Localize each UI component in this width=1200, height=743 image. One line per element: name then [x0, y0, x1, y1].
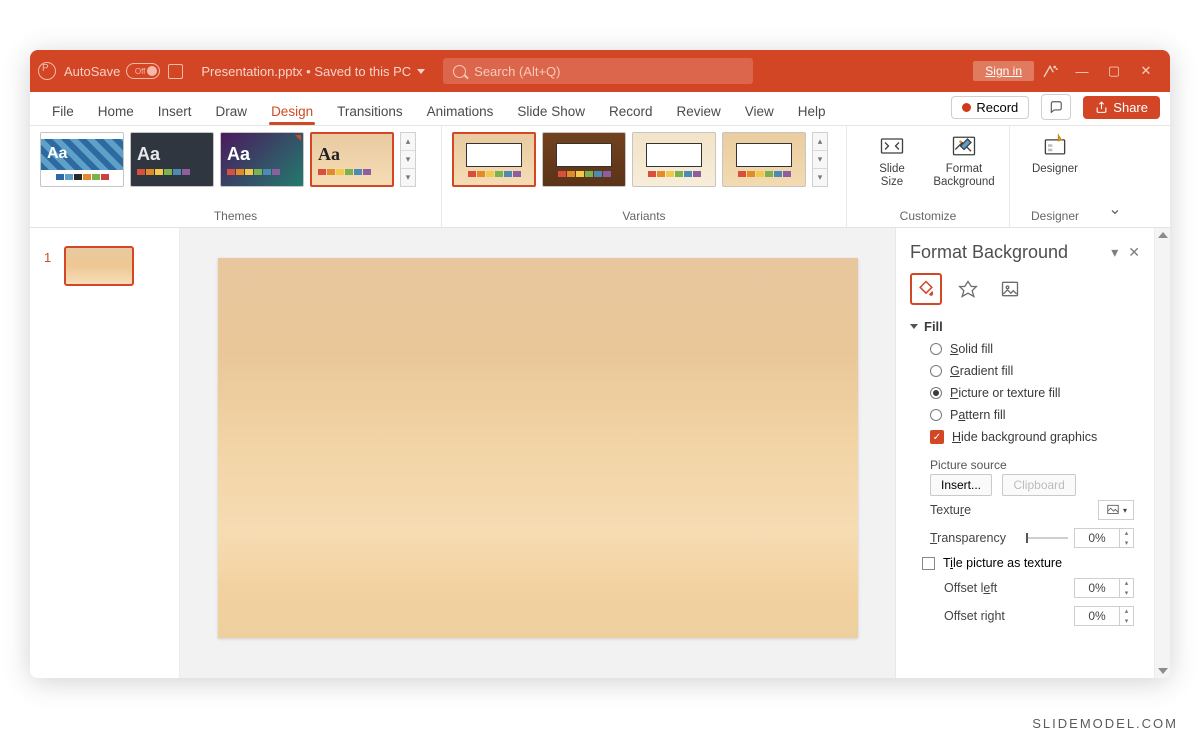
scroll-down-icon[interactable]	[1158, 668, 1168, 674]
slide-size-button[interactable]: Slide Size	[857, 132, 927, 189]
tab-review[interactable]: Review	[665, 104, 733, 125]
document-title[interactable]: Presentation.pptx • Saved to this PC	[201, 64, 425, 79]
checkbox-tile-texture[interactable]: Tile picture as texture	[896, 550, 1154, 572]
tab-record[interactable]: Record	[597, 104, 665, 125]
picture-source-label: Picture source	[896, 448, 1154, 476]
designer-group-label: Designer	[1020, 207, 1090, 223]
theme-3[interactable]: Aa	[220, 132, 304, 187]
search-icon	[453, 65, 466, 78]
picture-tab-icon[interactable]	[994, 273, 1026, 305]
autosave-toggle[interactable]: AutoSave Off	[64, 63, 160, 79]
theme-4-selected[interactable]: Aa	[310, 132, 394, 187]
offset-left-value[interactable]: 0%▴▾	[1074, 578, 1134, 598]
coming-soon-icon[interactable]	[1034, 55, 1066, 87]
tab-transitions[interactable]: Transitions	[325, 104, 415, 125]
transparency-slider[interactable]	[1026, 537, 1068, 539]
app-icon	[38, 62, 56, 80]
panel-scrollbar[interactable]	[1154, 228, 1170, 678]
search-input[interactable]: Search (Alt+Q)	[443, 58, 753, 84]
texture-label: Texture	[930, 503, 971, 517]
themes-scroll[interactable]: ▴▾▾	[400, 132, 416, 187]
comments-button[interactable]	[1041, 94, 1071, 120]
tab-help[interactable]: Help	[786, 104, 838, 125]
scroll-up-icon[interactable]	[1158, 232, 1168, 238]
ribbon-design: Aa Aa Aa Aa ▴▾▾ Themes ▴▾▾ Variants	[30, 126, 1170, 228]
theme-1[interactable]: Aa	[40, 132, 124, 187]
tab-insert[interactable]: Insert	[146, 104, 204, 125]
variant-3[interactable]	[632, 132, 716, 187]
sign-in-button[interactable]: Sign in	[973, 61, 1034, 81]
tab-design[interactable]: Design	[259, 104, 325, 125]
variants-group-label: Variants	[452, 207, 836, 223]
expand-icon	[910, 324, 918, 329]
panel-title: Format Background	[910, 242, 1068, 263]
variant-1-selected[interactable]	[452, 132, 536, 187]
insert-button[interactable]: Insert...	[930, 474, 992, 496]
collapse-ribbon-button[interactable]: ⌄	[1100, 126, 1130, 227]
variants-scroll[interactable]: ▴▾▾	[812, 132, 828, 187]
search-placeholder: Search (Alt+Q)	[474, 64, 560, 79]
minimize-button[interactable]: —	[1066, 55, 1098, 87]
radio-pattern-fill[interactable]: Pattern fill	[930, 408, 1146, 422]
record-button[interactable]: Record	[951, 96, 1029, 119]
radio-picture-texture-fill[interactable]: Picture or texture fill	[930, 386, 1146, 400]
offset-left-label: Offset left	[944, 581, 997, 595]
clipboard-button: Clipboard	[1002, 474, 1075, 496]
tab-draw[interactable]: Draw	[204, 104, 260, 125]
chevron-down-icon	[417, 69, 425, 74]
main-area: 1 Format Background ▾ ✕	[30, 228, 1170, 678]
effects-tab-icon[interactable]	[952, 273, 984, 305]
slide-editor[interactable]	[180, 228, 895, 678]
offset-right-label: Offset right	[944, 609, 1005, 623]
format-background-button[interactable]: Format Background	[929, 132, 999, 189]
transparency-label: Transparency	[930, 531, 1006, 545]
variant-2[interactable]	[542, 132, 626, 187]
tab-view[interactable]: View	[733, 104, 786, 125]
texture-picker[interactable]: ▾	[1098, 500, 1134, 520]
tab-file[interactable]: File	[40, 104, 86, 125]
tab-animations[interactable]: Animations	[415, 104, 506, 125]
fill-tab-icon[interactable]	[910, 273, 942, 305]
checkbox-hide-bg-graphics[interactable]: ✓Hide background graphics	[930, 430, 1146, 444]
ribbon-tabs: File Home Insert Draw Design Transitions…	[30, 92, 1170, 126]
radio-solid-fill[interactable]: Solid fill	[930, 342, 1146, 356]
thumb-number: 1	[44, 250, 51, 265]
panel-close-icon[interactable]: ✕	[1128, 244, 1140, 261]
record-dot-icon	[962, 103, 971, 112]
offset-right-value[interactable]: 0%▴▾	[1074, 606, 1134, 626]
slide-thumbnails-pane: 1	[30, 228, 180, 678]
share-button[interactable]: Share	[1083, 96, 1160, 119]
fill-section-header[interactable]: Fill	[896, 315, 1154, 338]
current-slide[interactable]	[218, 258, 858, 638]
save-icon[interactable]	[168, 64, 183, 79]
theme-2[interactable]: Aa	[130, 132, 214, 187]
tab-home[interactable]: Home	[86, 104, 146, 125]
format-background-panel: Format Background ▾ ✕ Fill Solid fill Gr…	[895, 228, 1170, 678]
transparency-value[interactable]: 0%▴▾	[1074, 528, 1134, 548]
title-bar: AutoSave Off Presentation.pptx • Saved t…	[30, 50, 1170, 92]
variant-4[interactable]	[722, 132, 806, 187]
customize-group-label: Customize	[857, 207, 999, 223]
maximize-button[interactable]: ▢	[1098, 55, 1130, 87]
radio-gradient-fill[interactable]: Gradient fill	[930, 364, 1146, 378]
slide-thumbnail-1[interactable]	[64, 246, 134, 286]
autosave-label: AutoSave	[64, 64, 120, 79]
tab-slide-show[interactable]: Slide Show	[505, 104, 597, 125]
close-button[interactable]: ✕	[1130, 55, 1162, 87]
panel-options-icon[interactable]: ▾	[1111, 244, 1118, 261]
watermark: SLIDEMODEL.COM	[1032, 716, 1178, 731]
designer-button[interactable]: Designer	[1020, 132, 1090, 176]
themes-group-label: Themes	[40, 207, 431, 223]
